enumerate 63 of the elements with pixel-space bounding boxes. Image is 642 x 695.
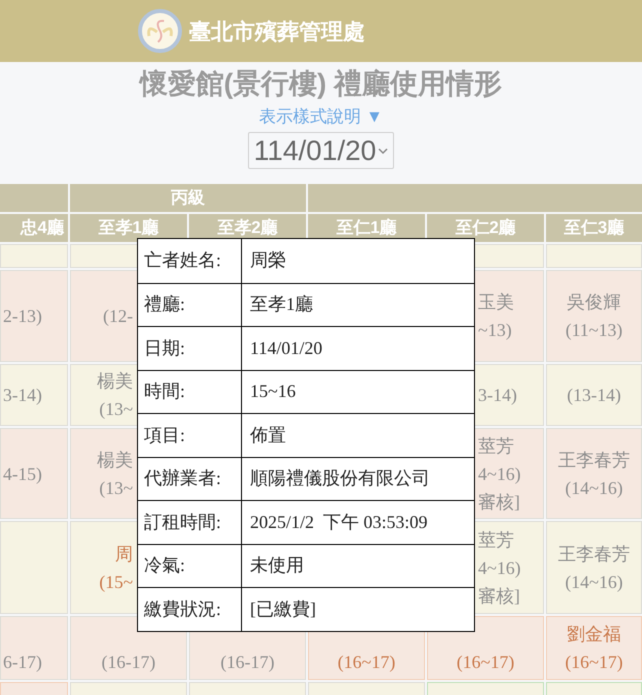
cell-text: (14~16) [565, 570, 623, 592]
column-header: 忠4廳 [0, 214, 68, 242]
cell-text: 楊美 [97, 370, 133, 392]
logo-icon [137, 8, 183, 54]
detail-value: 未使用 [250, 554, 304, 578]
cell-text: ~13) [478, 319, 512, 341]
cell-text: (16-17) [102, 651, 156, 673]
detail-label: 時間: [144, 380, 186, 404]
cell-text: (11~13) [565, 319, 623, 341]
detail-value: 2025/1/2 下午 03:53:09 [250, 510, 428, 534]
detail-value: 周榮 [250, 249, 286, 272]
cell-text: (15~ [99, 570, 133, 592]
detail-label: 代辦業者: [144, 467, 222, 490]
detail-label: 日期: [144, 336, 186, 360]
detail-value: 順陽禮儀股份有限公司 [250, 467, 430, 490]
cell-text: (16~17) [565, 651, 623, 673]
detail-label: 繳費狀況: [144, 598, 222, 621]
cell-text: 周 [115, 542, 133, 564]
column-header: 至仁3廳 [546, 214, 642, 242]
detail-value: [已繳費] [250, 598, 316, 621]
date-select[interactable]: 114/01/20 [248, 132, 394, 169]
site-name: 臺北市殯葬管理處 [189, 18, 365, 46]
cell-text: 4-15) [3, 462, 42, 484]
detail-label: 亡者姓名: [144, 249, 222, 272]
cell-text: (13~ [99, 476, 133, 498]
detail-value: 114/01/20 [250, 336, 322, 360]
detail-value: 佈置 [250, 424, 286, 447]
detail-label: 訂租時間: [144, 510, 222, 534]
cell-text: 王李春芳 [558, 448, 630, 470]
cell-text: 莖芳 [478, 434, 514, 456]
page-title: 懷愛館(景行樓) 禮廳使用情形 [140, 67, 502, 101]
cell-text: 劉金福 [567, 623, 621, 645]
detail-label: 禮廳: [144, 293, 186, 316]
detail-value: 15~16 [250, 380, 296, 404]
cell-text: 4~16) [478, 462, 521, 484]
detail-label: 冷氣: [144, 554, 186, 578]
cell-text: 4~16) [478, 556, 521, 578]
cell-text: 楊美 [97, 448, 133, 470]
cell-text: 吳俊輝 [567, 291, 621, 313]
cell-text: (16~17) [456, 651, 514, 673]
cell-text: (13~ [99, 398, 133, 420]
table-cell [0, 244, 68, 268]
cell-text: 審核] [478, 490, 520, 512]
cell-text: 莖芳 [478, 528, 514, 550]
cell-text: 玉美 [478, 291, 514, 313]
cell-text: 3-14) [3, 384, 42, 406]
cell-text: 3-14) [478, 384, 517, 406]
cell-text: 審核] [478, 584, 520, 606]
cell-text: (16~17) [338, 651, 396, 673]
cell-text: (13-14) [567, 384, 621, 406]
chevron-down-icon [378, 146, 388, 154]
header-cell [0, 184, 68, 212]
detail-value: 至孝1廳 [250, 293, 313, 316]
column-header: 至仁2廳 [427, 214, 544, 242]
cell-text: (12- [103, 305, 133, 327]
group-header: 丙級 [70, 184, 306, 212]
cell-text: (16-17) [220, 651, 274, 673]
column-header: 至孝1廳 [70, 214, 187, 242]
detail-label: 項目: [144, 424, 186, 447]
cell-text: 6-17) [3, 651, 42, 673]
cell-text: (14~16) [565, 476, 623, 498]
cell-text: 王李春芳 [558, 542, 630, 564]
cell-text: 2-13) [3, 305, 42, 327]
